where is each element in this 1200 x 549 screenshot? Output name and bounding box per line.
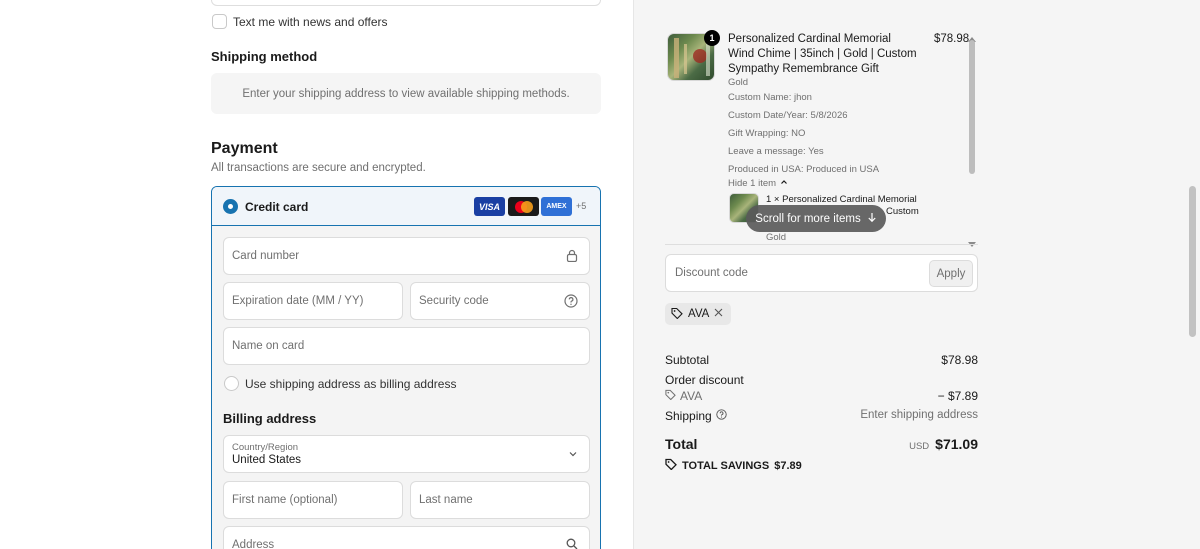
applied-code-label: AVA: [688, 308, 710, 320]
search-icon: [566, 538, 578, 549]
tag-icon: [665, 389, 676, 403]
last-name-input[interactable]: Last name: [410, 481, 590, 519]
more-cards-badge: +5: [576, 201, 587, 211]
payment-subtext: All transactions are secure and encrypte…: [211, 162, 426, 174]
total-savings-row: TOTAL SAVINGS $7.89: [665, 458, 978, 473]
name-on-card-placeholder: Name on card: [232, 340, 305, 352]
last-name-placeholder: Last name: [419, 494, 473, 506]
security-code-placeholder: Security code: [419, 295, 489, 307]
subtotal-label: Subtotal: [665, 353, 710, 367]
bundle-item-line2: Custom: [886, 206, 919, 217]
expiration-placeholder: Expiration date (MM / YY): [232, 295, 364, 307]
subtotal-value: $78.98: [941, 353, 978, 367]
produced-in: Produced in USA: Produced in USA: [728, 164, 880, 175]
use-shipping-checkbox[interactable]: [224, 376, 239, 391]
payment-heading: Payment: [211, 140, 278, 157]
lock-icon: [566, 249, 578, 265]
savings-label: TOTAL SAVINGS: [682, 459, 770, 472]
discount-code-row: AVA − $7.89: [665, 389, 978, 403]
tag-icon: [671, 307, 683, 322]
credit-card-label: Credit card: [245, 200, 309, 214]
visa-icon: VISA: [474, 197, 505, 216]
country-value: United States: [232, 454, 302, 466]
order-discount-row: Order discount: [665, 373, 978, 387]
product-variant: Gold: [728, 77, 749, 88]
sms-label: Text me with news and offers: [233, 15, 388, 29]
help-circle-icon[interactable]: [716, 409, 727, 423]
product-title: Personalized Cardinal Memorial Wind Chim…: [728, 33, 917, 75]
product-price: $78.98: [934, 33, 970, 45]
discount-value: − $7.89: [937, 389, 978, 403]
credit-card-radio[interactable]: [223, 199, 238, 214]
close-icon[interactable]: [714, 308, 723, 320]
bundle-item-variant: Gold: [766, 232, 787, 242]
hide-items-label: Hide 1 item: [728, 178, 777, 189]
discount-placeholder: Discount code: [675, 267, 748, 279]
applied-discount-chip: AVA: [665, 303, 732, 325]
total-label: Total: [665, 436, 698, 452]
custom-name: Custom Name: jhon: [728, 92, 812, 103]
shipping-method-text: Enter your shipping address to view avai…: [242, 87, 570, 100]
sms-checkbox[interactable]: [212, 14, 227, 29]
mastercard-icon: [508, 197, 539, 216]
first-name-input[interactable]: First name (optional): [223, 481, 403, 519]
help-circle-icon[interactable]: [564, 294, 578, 311]
line-items-list[interactable]: 1 Personalized Cardinal Memorial Wind Ch…: [666, 30, 976, 242]
apply-button[interactable]: Apply: [929, 260, 973, 287]
hide-items-toggle[interactable]: Hide 1 item: [728, 178, 788, 189]
discount-code-label: AVA: [680, 389, 703, 403]
country-label: Country/Region: [232, 442, 299, 453]
name-on-card-input[interactable]: Name on card: [223, 327, 590, 365]
leave-message: Leave a message: Yes: [728, 146, 824, 157]
billing-address-heading: Billing address: [223, 411, 317, 426]
quantity-badge: 1: [704, 30, 720, 46]
total-row: Total USD $71.09: [665, 436, 978, 456]
card-number-input[interactable]: Card number: [223, 237, 590, 275]
total-value: $71.09: [935, 436, 978, 452]
items-scrollbar-thumb[interactable]: [969, 40, 975, 174]
subtotal-row: Subtotal $78.98: [665, 353, 978, 367]
first-name-placeholder: First name (optional): [232, 494, 338, 506]
custom-date: Custom Date/Year: 5/8/2026: [728, 110, 848, 121]
shipping-method-placeholder: Enter your shipping address to view avai…: [211, 73, 601, 114]
checkout-form: Text me with news and offers Shipping me…: [0, 0, 633, 549]
order-summary: 1 Personalized Cardinal Memorial Wind Ch…: [633, 0, 1200, 549]
shipping-row: Shipping Enter shipping address: [665, 409, 978, 423]
bundle-item-line1: 1 × Personalized Cardinal Memorial: [766, 194, 917, 205]
address-placeholder: Address: [232, 539, 275, 549]
credit-card-panel: Credit card VISA AMEX +5 Card number Exp…: [211, 186, 601, 549]
expiration-date-input[interactable]: Expiration date (MM / YY): [223, 282, 403, 320]
credit-card-option[interactable]: Credit card VISA AMEX +5: [212, 187, 600, 226]
tag-icon: [665, 458, 677, 473]
shipping-method-heading: Shipping method: [211, 49, 318, 64]
shipping-label: Shipping: [665, 409, 712, 423]
chevron-up-icon: [780, 178, 788, 189]
input-border-remnant: [211, 0, 601, 6]
savings-value: $7.89: [774, 459, 802, 472]
page-scrollbar-thumb[interactable]: [1189, 186, 1196, 337]
security-code-input[interactable]: Security code: [410, 282, 590, 320]
discount-code-input[interactable]: Discount code Apply: [665, 254, 978, 292]
scroll-more-label: Scroll for more items: [755, 212, 861, 225]
arrow-down-icon: [867, 212, 877, 226]
use-shipping-label: Use shipping address as billing address: [245, 377, 457, 391]
order-discount-label: Order discount: [665, 373, 744, 387]
address-input[interactable]: Address: [223, 526, 590, 549]
gift-wrapping: Gift Wrapping: NO: [728, 128, 806, 139]
currency-code: USD: [909, 441, 930, 452]
items-divider: [665, 244, 978, 245]
scroll-more-hint[interactable]: Scroll for more items: [746, 205, 886, 232]
amex-icon: AMEX: [541, 197, 572, 216]
card-number-placeholder: Card number: [232, 250, 300, 262]
shipping-value: Enter shipping address: [860, 409, 978, 421]
chevron-down-icon: [568, 449, 578, 462]
country-select[interactable]: Country/Region United States: [223, 435, 590, 473]
